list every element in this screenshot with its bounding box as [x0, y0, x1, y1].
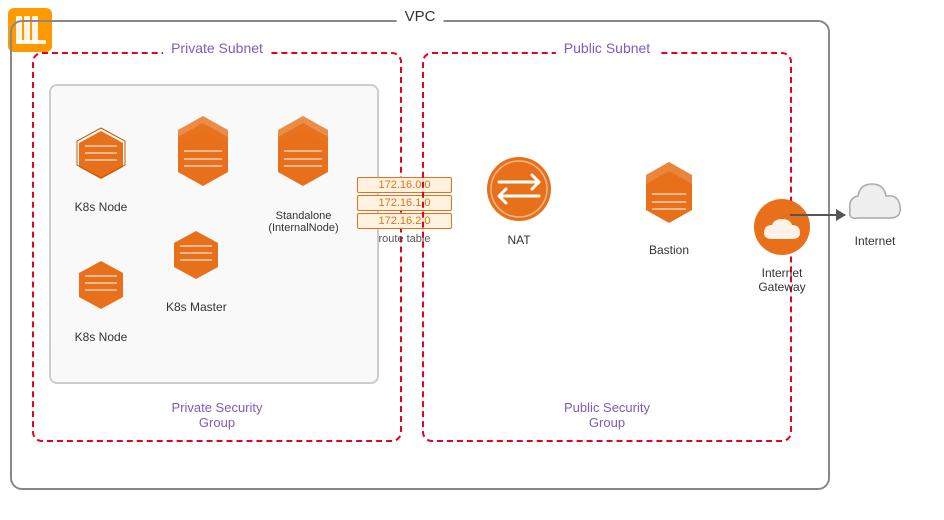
k8s-node-2-label: K8s Node: [71, 330, 131, 344]
k8s-master-label: K8s Master: [166, 300, 227, 314]
ig-to-internet-arrow: [790, 214, 845, 216]
public-subnet-label: Public Subnet: [556, 40, 658, 56]
private-sg-inner-box: K8s Node: [49, 84, 379, 384]
standalone-label: Standalone(InternalNode): [266, 210, 341, 234]
k8s-node-1-label: K8s Node: [71, 200, 131, 214]
internet-cloud: Internet: [840, 170, 910, 248]
k8s-node-master-stack: [166, 111, 241, 206]
internet-label: Internet: [840, 234, 910, 248]
private-subnet-label: Private Subnet: [163, 40, 271, 56]
internet-gateway-label: InternetGateway: [752, 266, 812, 294]
public-subnet-box: Public Subnet NAT Bastion: [422, 52, 792, 442]
bastion-label: Bastion: [634, 243, 704, 257]
private-subnet-box: Private Subnet K8s Node: [32, 52, 402, 442]
internet-gateway: InternetGateway: [752, 197, 812, 294]
k8s-master: K8s Master: [166, 226, 227, 314]
private-security-group-label: Private SecurityGroup: [171, 400, 262, 430]
public-security-group-label: Public SecurityGroup: [564, 400, 650, 430]
nat-icon: NAT: [484, 154, 554, 247]
vpc-label: VPC: [397, 8, 444, 25]
bastion-icon: Bastion: [634, 154, 704, 257]
nat-label: NAT: [484, 233, 554, 247]
standalone-node: Standalone(InternalNode): [266, 111, 341, 234]
k8s-node-1: K8s Node: [71, 126, 131, 214]
vpc-box: VPC Private Subnet K8s Node: [10, 20, 830, 490]
k8s-node-2: K8s Node: [71, 256, 131, 344]
